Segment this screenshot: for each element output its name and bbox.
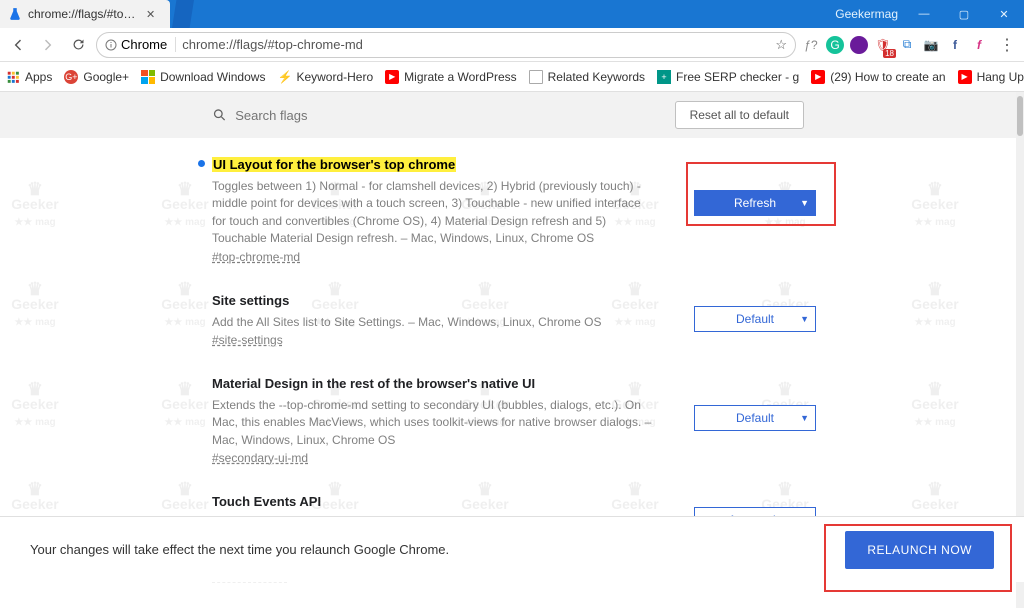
ext-red-f-icon[interactable]: f	[970, 36, 988, 54]
flag-description: Toggles between 1) Normal - for clamshel…	[212, 178, 654, 248]
reload-button[interactable]	[66, 33, 90, 57]
bookmarks-bar: Apps G+Google+ Download Windows ⚡Keyword…	[0, 62, 1024, 92]
reset-all-button[interactable]: Reset all to default	[675, 101, 804, 129]
scrollbar-thumb[interactable]	[1017, 96, 1023, 136]
back-button[interactable]	[6, 33, 30, 57]
search-flags-field[interactable]	[212, 107, 665, 123]
chevron-down-icon: ▼	[800, 413, 809, 423]
flag-description: Add the All Sites list to Site Settings.…	[212, 314, 654, 331]
youtube-icon: ▶	[385, 70, 399, 84]
flag-title: Touch Events API	[212, 494, 321, 509]
reload-icon	[71, 37, 86, 52]
relaunch-message: Your changes will take effect the next t…	[30, 542, 845, 557]
search-icon	[212, 107, 227, 123]
bookmark-item[interactable]: ⚡Keyword-Hero	[277, 70, 373, 84]
flag-anchor-link[interactable]: #top-chrome-md	[212, 250, 300, 264]
chevron-down-icon: ▼	[800, 198, 809, 208]
bookmark-item[interactable]: +Free SERP checker - g	[657, 70, 799, 84]
highlight-relaunch	[824, 524, 1012, 592]
window-title-text: Geekermag	[829, 7, 904, 21]
bookmark-item[interactable]: ▶Migrate a WordPress	[385, 70, 516, 84]
forward-button[interactable]	[36, 33, 60, 57]
modified-dot-icon	[198, 160, 205, 167]
bookmark-item[interactable]: ▶(29) How to create an	[811, 70, 945, 84]
flag-title: Material Design in the rest of the brows…	[212, 376, 535, 391]
apps-label: Apps	[25, 70, 52, 84]
ext-questionmark-icon[interactable]: ƒ?	[802, 36, 820, 54]
flag-title: Site settings	[212, 293, 289, 308]
new-tab-button[interactable]	[172, 0, 194, 28]
apps-button[interactable]: Apps	[6, 70, 52, 84]
page-icon	[529, 70, 543, 84]
flag-title: UI Layout for the browser's top chrome	[212, 157, 456, 172]
serp-icon: +	[657, 70, 671, 84]
dropdown-value: Default	[736, 312, 774, 326]
flag-value-dropdown[interactable]: Refresh ▼	[694, 190, 816, 216]
ext-grammarly-icon[interactable]: G	[826, 36, 844, 54]
bookmark-item[interactable]: Related Keywords	[529, 70, 645, 84]
ext-facebook-icon[interactable]: f	[946, 36, 964, 54]
page-content: ♛Geeker★★ mag♛Geeker★★ mag♛Geeker★★ mag♛…	[0, 92, 1024, 608]
window-minimize-button[interactable]: —	[904, 0, 944, 28]
ext-camera-icon[interactable]: 📷	[922, 36, 940, 54]
flag-entry: UI Layout for the browser's top chrome To…	[212, 156, 804, 292]
tab-title: chrome://flags/#top-chro	[28, 7, 138, 21]
back-icon	[10, 37, 26, 53]
gplus-icon: G+	[64, 70, 78, 84]
flag-anchor-link[interactable]: #secondary-ui-md	[212, 451, 308, 465]
youtube-icon: ▶	[958, 70, 972, 84]
bookmark-item[interactable]: ▶Hang Ups (Want You	[958, 70, 1024, 84]
flag-entry: Site settings Add the All Sites list to S…	[212, 292, 804, 375]
flask-icon	[8, 7, 22, 21]
security-chip: Chrome	[105, 37, 176, 52]
toolbar: Chrome chrome://flags/#top-chrome-md ☆ ƒ…	[0, 28, 1024, 62]
hero-icon: ⚡	[277, 70, 291, 84]
flags-header: Reset all to default	[0, 92, 1016, 138]
menu-icon: ⋮	[999, 35, 1013, 55]
apps-icon	[6, 70, 20, 84]
tab-close-icon[interactable]: ✕	[144, 8, 157, 21]
bookmark-star-icon[interactable]: ☆	[775, 37, 787, 53]
ext-shield-icon[interactable]: 🛡	[874, 36, 892, 54]
chevron-down-icon: ▼	[800, 314, 809, 324]
ext-window-icon[interactable]: ⧉	[898, 36, 916, 54]
window-close-button[interactable]: ✕	[984, 0, 1024, 28]
window-maximize-button[interactable]: ▢	[944, 0, 984, 28]
url-text: chrome://flags/#top-chrome-md	[182, 37, 363, 52]
windows-icon	[141, 70, 155, 84]
search-input[interactable]	[235, 108, 664, 123]
dropdown-value: Default	[736, 411, 774, 425]
address-bar[interactable]: Chrome chrome://flags/#top-chrome-md ☆	[96, 32, 796, 58]
flag-anchor-link[interactable]: #site-settings	[212, 333, 283, 347]
window-titlebar: chrome://flags/#top-chro ✕ Geekermag — ▢…	[0, 0, 1024, 28]
forward-icon	[40, 37, 56, 53]
flag-entry: Material Design in the rest of the brows…	[212, 375, 804, 493]
ext-purple-icon[interactable]	[850, 36, 868, 54]
youtube-icon: ▶	[811, 70, 825, 84]
info-icon	[105, 39, 117, 51]
bookmark-item[interactable]: G+Google+	[64, 70, 129, 84]
chip-label: Chrome	[121, 37, 167, 52]
bookmark-item[interactable]: Download Windows	[141, 70, 265, 84]
browser-tab[interactable]: chrome://flags/#top-chro ✕	[0, 0, 170, 28]
flag-value-dropdown[interactable]: Default ▼	[694, 306, 816, 332]
menu-button[interactable]: ⋮	[994, 33, 1018, 57]
flag-description: Extends the --top-chrome-md setting to s…	[212, 397, 654, 449]
dropdown-value: Refresh	[734, 196, 776, 210]
flag-value-dropdown[interactable]: Default ▼	[694, 405, 816, 431]
